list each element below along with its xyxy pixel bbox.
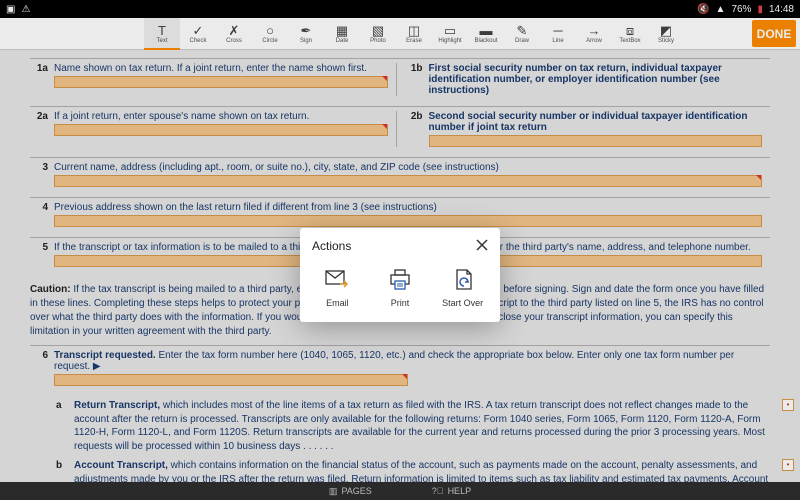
action-email[interactable]: Email bbox=[309, 268, 365, 308]
print-icon bbox=[388, 268, 412, 292]
close-icon bbox=[476, 239, 488, 251]
action-start-over[interactable]: Start Over bbox=[435, 268, 491, 308]
actions-dialog: Actions Email Print Start Over bbox=[300, 228, 500, 322]
action-print[interactable]: Print bbox=[372, 268, 428, 308]
pages-icon: ▥ bbox=[329, 486, 338, 497]
start-over-icon bbox=[451, 268, 475, 292]
dialog-title: Actions bbox=[312, 239, 351, 253]
help-button[interactable]: ?⃝ HELP bbox=[432, 486, 471, 496]
close-button[interactable] bbox=[476, 238, 488, 254]
help-icon: ?⃝ bbox=[432, 486, 444, 496]
email-icon bbox=[325, 268, 349, 292]
pages-button[interactable]: ▥ PAGES bbox=[329, 486, 372, 497]
bottom-bar: ▥ PAGES ?⃝ HELP bbox=[0, 482, 800, 500]
